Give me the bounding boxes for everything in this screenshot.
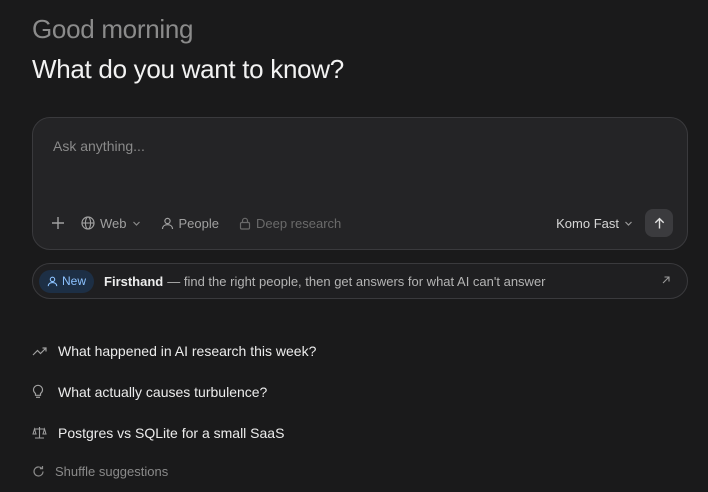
person-icon xyxy=(161,217,173,229)
arrow-up-icon xyxy=(654,217,664,228)
deep-research-toggle[interactable]: Deep research xyxy=(239,216,341,231)
person-icon xyxy=(47,276,58,286)
lightbulb-icon xyxy=(32,384,44,398)
lock-icon xyxy=(239,217,251,230)
refresh-icon xyxy=(33,465,44,477)
add-attachment-button[interactable] xyxy=(51,216,65,230)
shuffle-label: Shuffle suggestions xyxy=(55,463,169,479)
new-badge: New xyxy=(39,269,95,293)
firsthand-banner[interactable]: New Firsthand — find the right people, t… xyxy=(32,263,688,299)
trending-icon xyxy=(32,346,47,355)
suggestion-label: What actually causes turbulence? xyxy=(58,383,268,400)
ask-input[interactable] xyxy=(53,138,653,154)
chevron-down-icon xyxy=(132,221,140,226)
suggestion-label: Postgres vs SQLite for a small SaaS xyxy=(58,424,285,441)
banner-title: Firsthand xyxy=(104,273,164,289)
arrow-up-right-icon xyxy=(662,276,670,284)
home-page: Good morning What do you want to know? W… xyxy=(0,0,708,492)
greeting: Good morning xyxy=(32,14,194,44)
plus-icon xyxy=(52,217,64,229)
page-title: What do you want to know? xyxy=(32,54,344,84)
badge-label: New xyxy=(62,274,87,288)
model-label: Komo Fast xyxy=(556,215,619,231)
web-toggle[interactable]: Web xyxy=(81,216,141,231)
globe-icon xyxy=(81,216,95,230)
suggestion-item[interactable]: What actually causes turbulence? xyxy=(32,371,316,412)
people-toggle[interactable]: People xyxy=(161,216,219,231)
model-selector[interactable]: Komo Fast xyxy=(556,216,633,231)
chevron-down-icon xyxy=(625,221,632,226)
scale-icon xyxy=(32,427,47,439)
suggestion-item[interactable]: What happened in AI research this week? xyxy=(32,330,316,371)
suggestion-item[interactable]: Postgres vs SQLite for a small SaaS xyxy=(32,412,316,453)
shuffle-suggestions-button[interactable]: Shuffle suggestions xyxy=(32,453,316,489)
deep-research-label: Deep research xyxy=(255,215,342,231)
composer: Web People Deep research Komo Fast xyxy=(32,117,688,250)
composer-toolbar: Web People Deep research Komo Fast xyxy=(51,208,673,238)
people-label: People xyxy=(178,215,219,231)
suggestions-list: What happened in AI research this week? … xyxy=(32,330,316,489)
send-button[interactable] xyxy=(645,209,673,237)
web-label: Web xyxy=(100,215,127,231)
banner-text: — find the right people, then get answer… xyxy=(167,273,546,289)
suggestion-label: What happened in AI research this week? xyxy=(58,342,317,359)
